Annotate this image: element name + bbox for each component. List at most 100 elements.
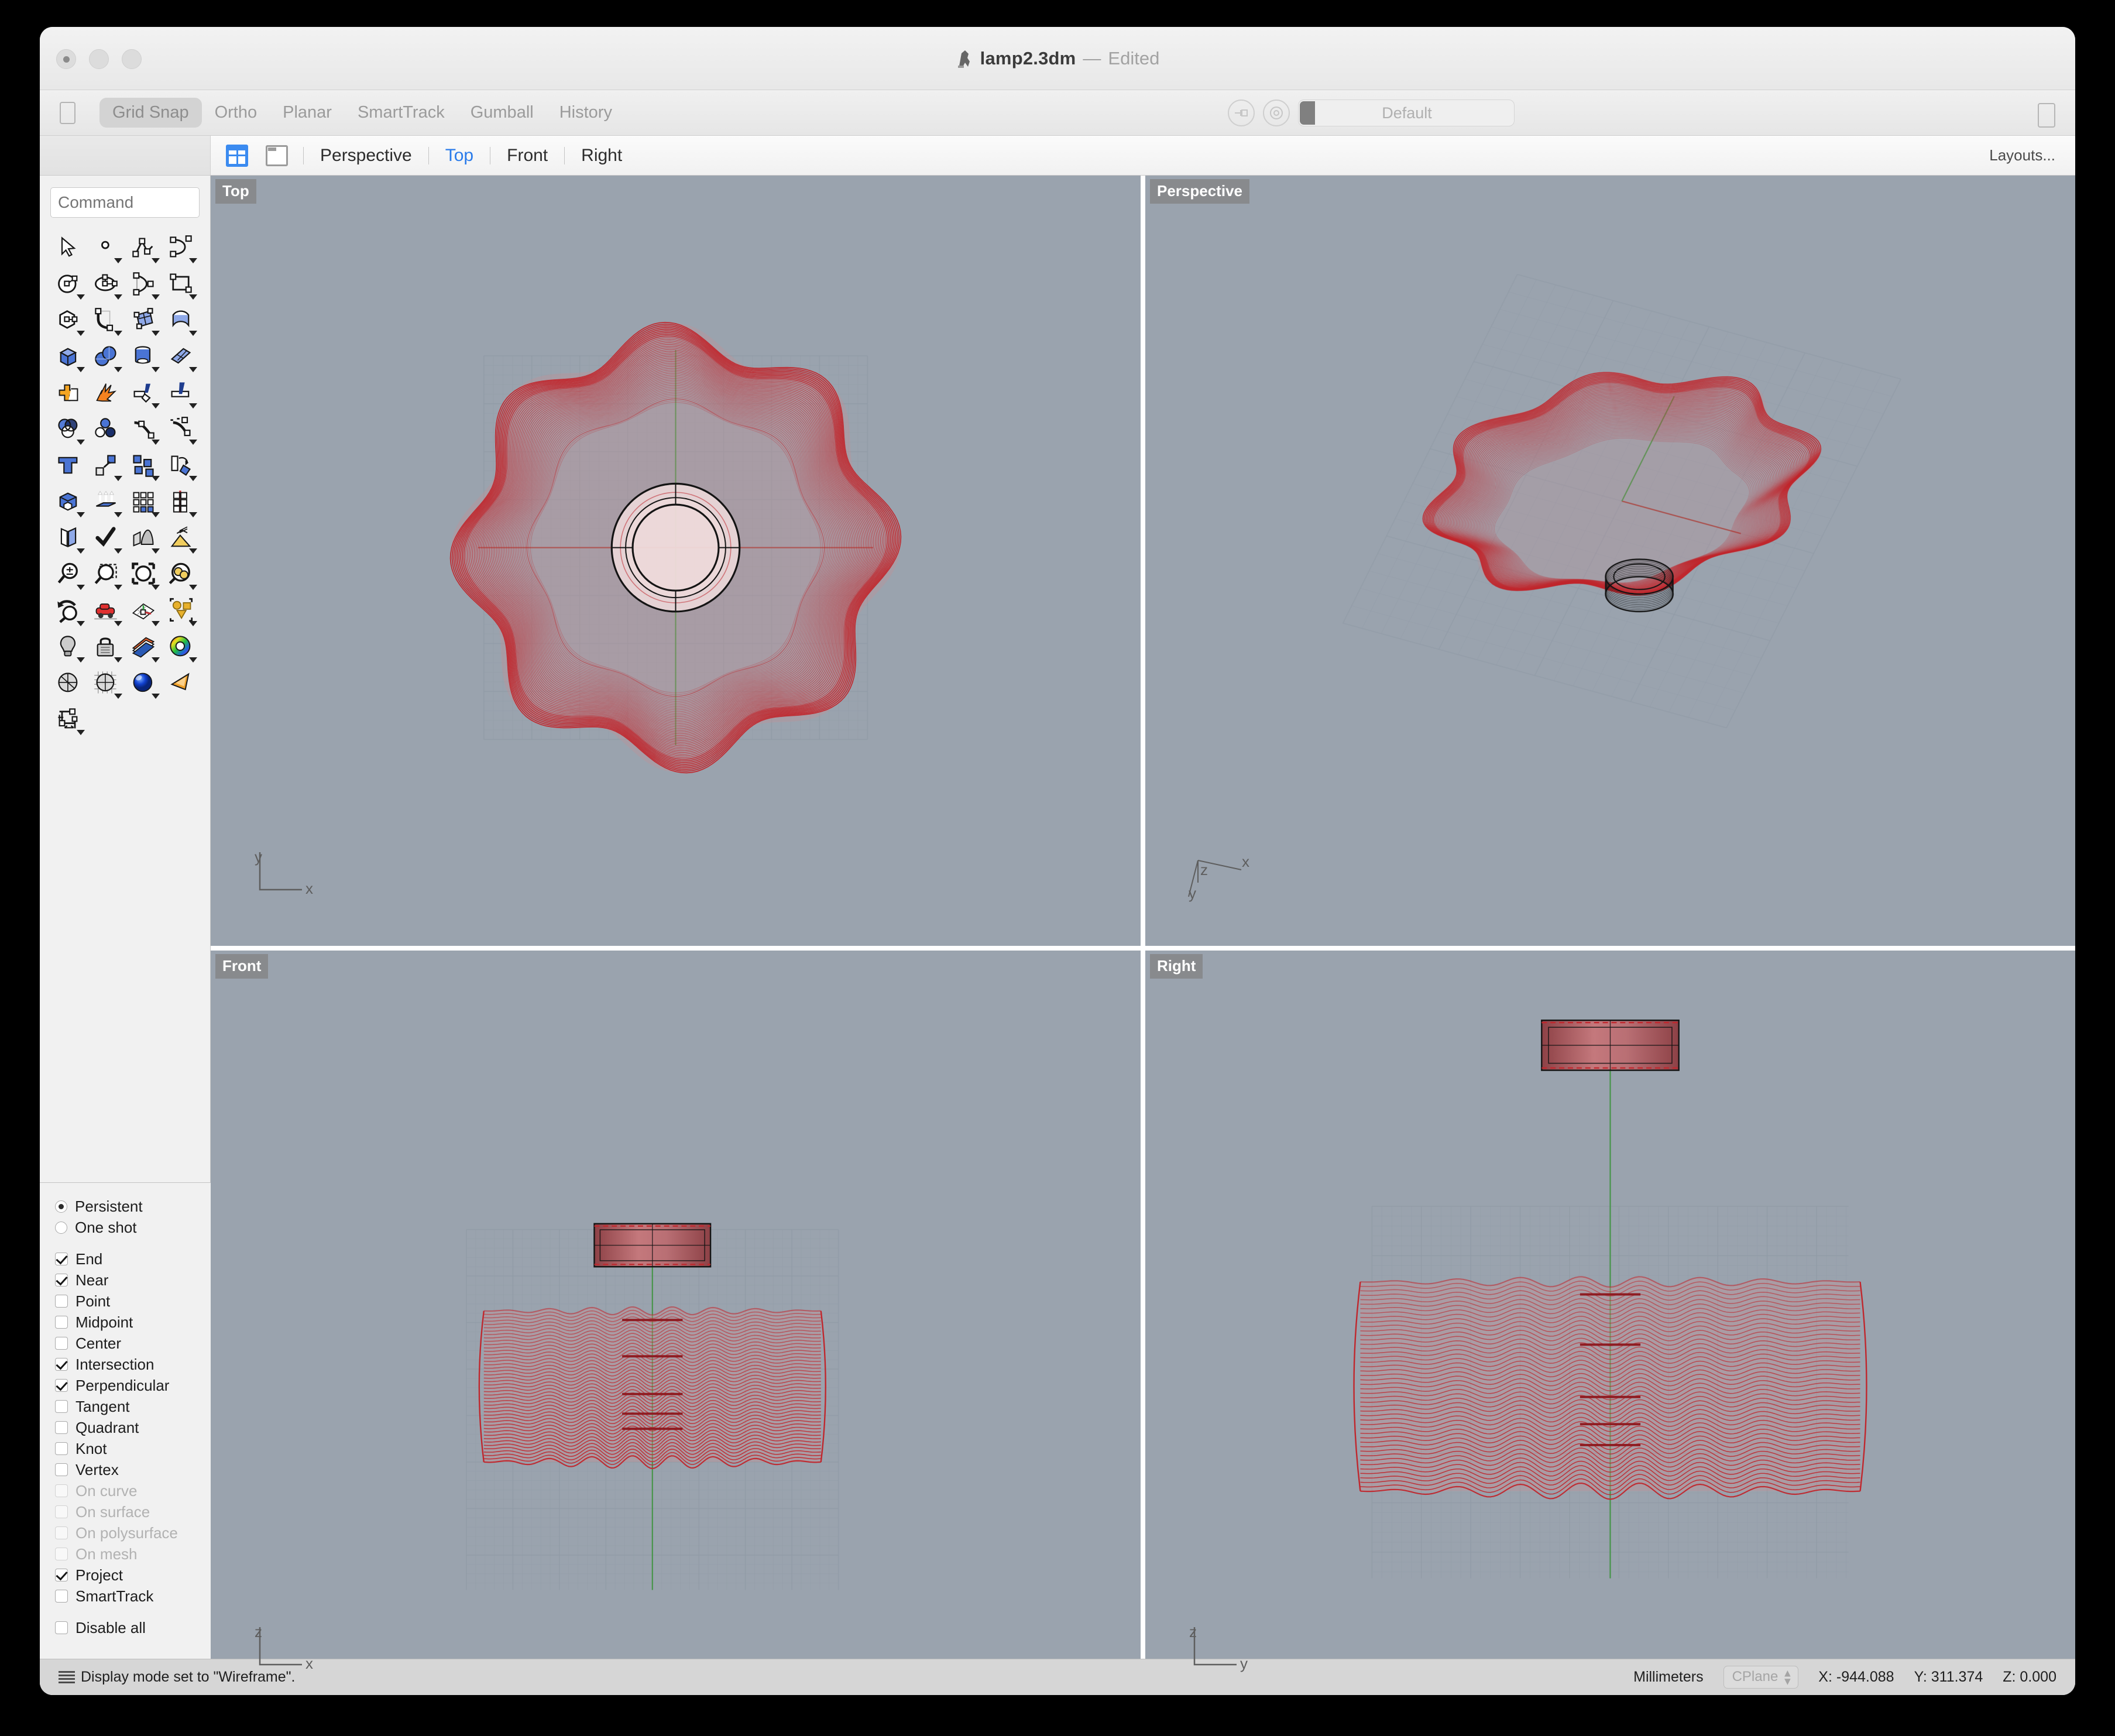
checkbox-icon[interactable] bbox=[55, 1379, 68, 1392]
dimension-icon[interactable] bbox=[50, 701, 87, 737]
link-icon[interactable] bbox=[1228, 100, 1255, 126]
cap-icon[interactable] bbox=[50, 520, 87, 556]
mode-ortho[interactable]: Ortho bbox=[202, 98, 270, 128]
circle-icon[interactable] bbox=[50, 266, 87, 302]
chevron-down-icon[interactable] bbox=[189, 476, 197, 481]
layers-icon[interactable] bbox=[125, 629, 162, 665]
chevron-down-icon[interactable] bbox=[152, 548, 160, 554]
chevron-down-icon[interactable] bbox=[77, 440, 85, 445]
chevron-down-icon[interactable] bbox=[189, 621, 197, 626]
arc-icon[interactable] bbox=[125, 266, 162, 302]
chevron-down-icon[interactable] bbox=[152, 694, 160, 699]
chevron-down-icon[interactable] bbox=[189, 657, 197, 663]
checkbox-icon[interactable] bbox=[55, 1621, 68, 1634]
osnap-option-project[interactable]: Project bbox=[55, 1565, 211, 1586]
chevron-down-icon[interactable] bbox=[77, 585, 85, 590]
chevron-down-icon[interactable] bbox=[152, 440, 160, 445]
chevron-down-icon[interactable] bbox=[189, 331, 197, 336]
units-label[interactable]: Millimeters bbox=[1633, 1669, 1703, 1686]
chevron-down-icon[interactable] bbox=[114, 657, 122, 663]
tab-perspective[interactable]: Perspective bbox=[317, 146, 416, 166]
polyline-icon[interactable] bbox=[125, 229, 162, 266]
checkbox-icon[interactable] bbox=[55, 1253, 68, 1265]
zoom-window-icon[interactable] bbox=[88, 556, 124, 592]
array-grid-icon[interactable] bbox=[125, 483, 162, 520]
viewport-label-front[interactable]: Front bbox=[215, 954, 269, 979]
tab-top[interactable]: Top bbox=[442, 146, 477, 166]
checkbox-icon[interactable] bbox=[55, 1463, 68, 1476]
rectangle-icon[interactable] bbox=[163, 266, 199, 302]
osnap-option-point[interactable]: Point bbox=[55, 1291, 211, 1312]
mode-grid-snap[interactable]: Grid Snap bbox=[99, 98, 202, 128]
chevron-down-icon[interactable] bbox=[189, 512, 197, 517]
extend-curve-icon[interactable] bbox=[163, 411, 199, 447]
checkbox-icon[interactable] bbox=[55, 1442, 68, 1455]
join-icon[interactable] bbox=[88, 447, 124, 483]
layout-four-pane-icon[interactable] bbox=[224, 143, 250, 169]
osnap-option-vertex[interactable]: Vertex bbox=[55, 1459, 211, 1480]
chevron-down-icon[interactable] bbox=[189, 294, 197, 300]
pan-icon[interactable] bbox=[88, 592, 124, 629]
point-icon[interactable] bbox=[88, 229, 124, 266]
osnap-option-intersection[interactable]: Intersection bbox=[55, 1354, 211, 1375]
layouts-button[interactable]: Layouts... bbox=[1989, 146, 2055, 164]
osnap-mode-persistent[interactable]: Persistent bbox=[55, 1196, 211, 1217]
surface-plane-icon[interactable] bbox=[163, 338, 199, 375]
array-icon[interactable] bbox=[125, 447, 162, 483]
radio-icon[interactable] bbox=[55, 1221, 67, 1234]
viewport-right[interactable]: Right z y bbox=[1145, 951, 2075, 1695]
rendered-view-icon[interactable] bbox=[125, 665, 162, 701]
trim-icon[interactable] bbox=[125, 375, 162, 411]
chevron-down-icon[interactable] bbox=[77, 548, 85, 554]
layout-single-pane-icon[interactable] bbox=[263, 143, 290, 169]
polygon-icon[interactable] bbox=[50, 302, 87, 338]
chevron-down-icon[interactable] bbox=[114, 548, 122, 554]
target-icon[interactable] bbox=[1263, 100, 1290, 126]
split-icon[interactable] bbox=[163, 375, 199, 411]
chevron-down-icon[interactable] bbox=[152, 331, 160, 336]
checkbox-icon[interactable] bbox=[55, 1569, 68, 1581]
hamburger-icon[interactable] bbox=[59, 1670, 75, 1684]
osnap-option-tangent[interactable]: Tangent bbox=[55, 1396, 211, 1417]
offset-icon[interactable] bbox=[50, 411, 87, 447]
shaded-view-icon[interactable] bbox=[50, 665, 87, 701]
osnap-disable-all[interactable]: Disable all bbox=[55, 1617, 211, 1638]
chevron-down-icon[interactable] bbox=[189, 585, 197, 590]
chevron-down-icon[interactable] bbox=[152, 476, 160, 481]
boolean-union-icon[interactable] bbox=[50, 375, 87, 411]
chevron-down-icon[interactable] bbox=[152, 367, 160, 372]
viewport-label-perspective[interactable]: Perspective bbox=[1150, 179, 1249, 204]
chevron-down-icon[interactable] bbox=[152, 258, 160, 263]
fillet-curve-icon[interactable] bbox=[88, 302, 124, 338]
chevron-down-icon[interactable] bbox=[114, 512, 122, 517]
right-panel-toggle-icon[interactable] bbox=[2038, 103, 2055, 128]
chevron-down-icon[interactable] bbox=[189, 258, 197, 263]
select-arrow-icon[interactable] bbox=[50, 229, 87, 266]
checkbox-icon[interactable] bbox=[55, 1590, 68, 1603]
chevron-down-icon[interactable] bbox=[152, 294, 160, 300]
osnap-mode-one-shot[interactable]: One shot bbox=[55, 1217, 211, 1238]
named-views-icon[interactable] bbox=[163, 592, 199, 629]
chevron-down-icon[interactable] bbox=[114, 258, 122, 263]
checkbox-icon[interactable] bbox=[55, 1337, 68, 1350]
osnap-option-quadrant[interactable]: Quadrant bbox=[55, 1417, 211, 1438]
osnap-option-smarttrack[interactable]: SmartTrack bbox=[55, 1586, 211, 1607]
radio-icon[interactable] bbox=[55, 1200, 67, 1213]
checkbox-icon[interactable] bbox=[55, 1421, 68, 1434]
chevron-down-icon[interactable] bbox=[152, 621, 160, 626]
osnap-option-midpoint[interactable]: Midpoint bbox=[55, 1312, 211, 1333]
camera-icon[interactable] bbox=[163, 665, 199, 701]
viewport-perspective[interactable]: Perspective x z y bbox=[1145, 176, 2075, 946]
tab-front[interactable]: Front bbox=[503, 146, 551, 166]
mode-planar[interactable]: Planar bbox=[270, 98, 345, 128]
chevron-down-icon[interactable] bbox=[77, 294, 85, 300]
rotate-icon[interactable] bbox=[163, 447, 199, 483]
chevron-down-icon[interactable] bbox=[114, 367, 122, 372]
chevron-down-icon[interactable] bbox=[114, 476, 122, 481]
chevron-down-icon[interactable] bbox=[77, 657, 85, 663]
layer-color-swatch[interactable] bbox=[1300, 101, 1315, 125]
osnap-option-perpendicular[interactable]: Perpendicular bbox=[55, 1375, 211, 1396]
curve-icon[interactable] bbox=[163, 229, 199, 266]
smooth-icon[interactable] bbox=[163, 520, 199, 556]
blend-curve-icon[interactable] bbox=[125, 411, 162, 447]
